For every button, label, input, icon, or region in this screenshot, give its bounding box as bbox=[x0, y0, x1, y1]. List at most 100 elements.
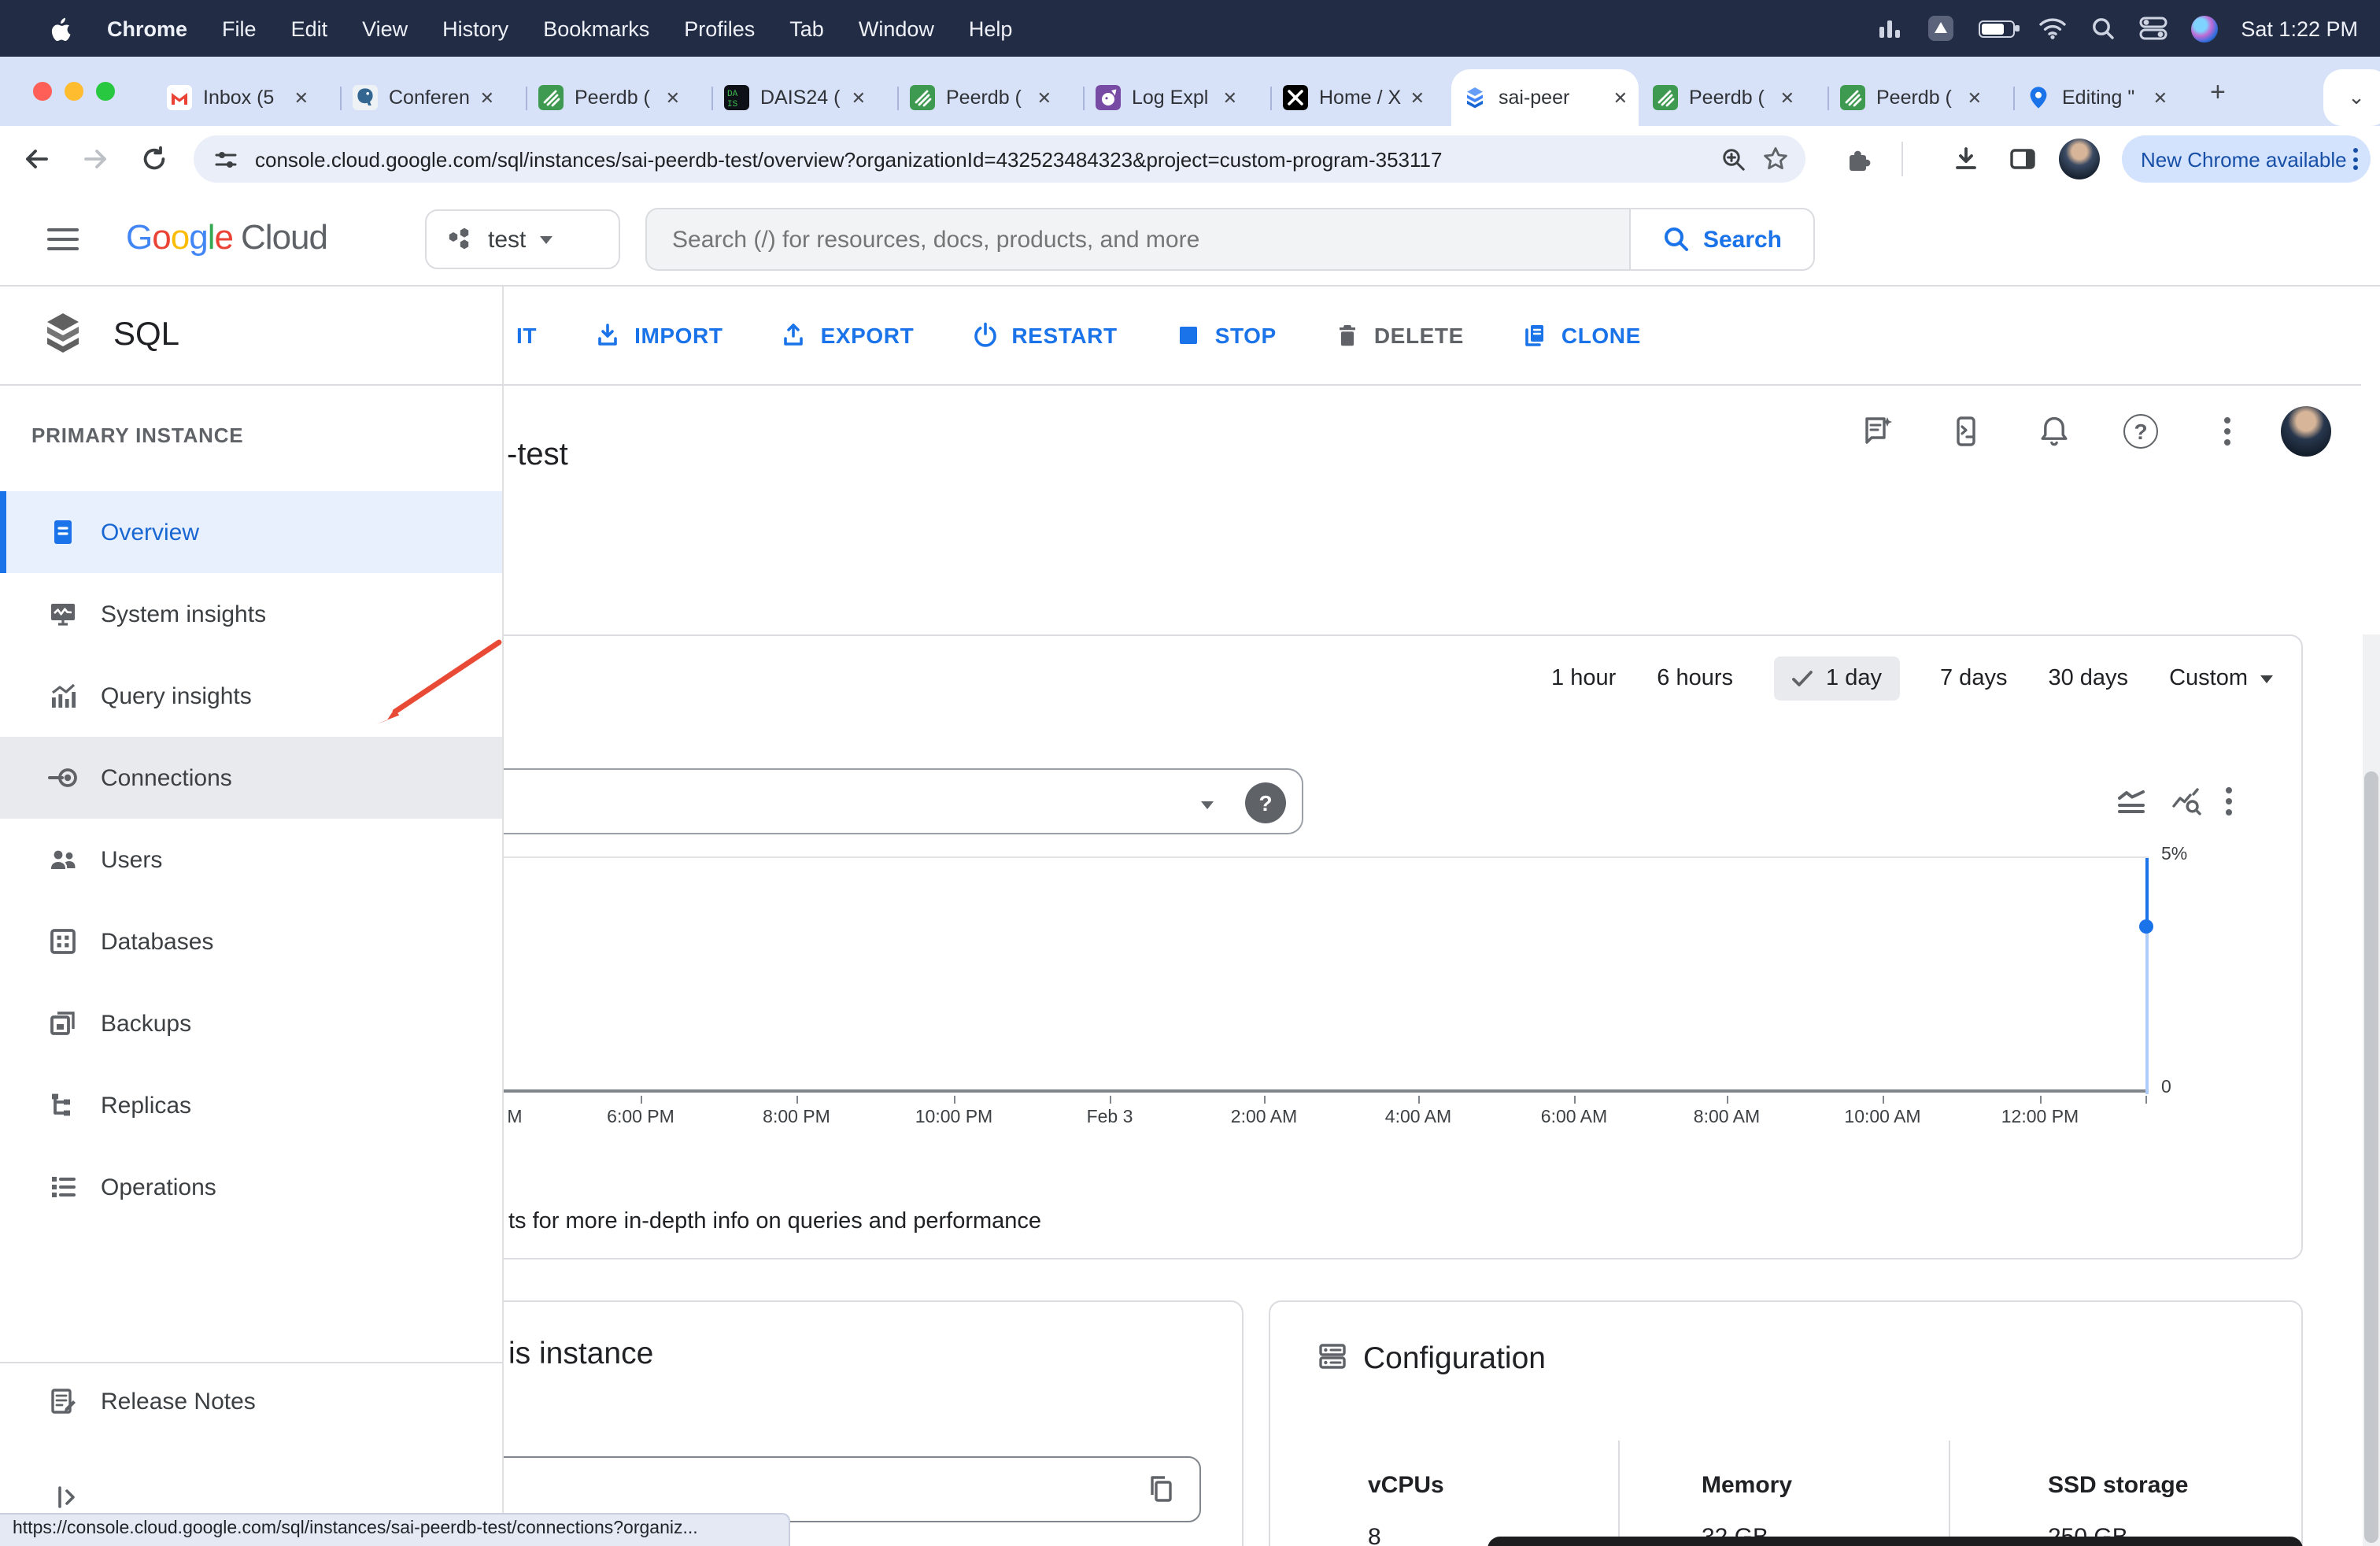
help-icon[interactable]: ? bbox=[2123, 414, 2158, 449]
range-1-day-selected[interactable]: 1 day bbox=[1774, 656, 1899, 701]
spotlight-icon[interactable] bbox=[2090, 16, 2115, 41]
tab-close-icon[interactable]: ✕ bbox=[480, 87, 494, 108]
window-zoom-button[interactable] bbox=[96, 82, 115, 101]
side-panel-icon[interactable] bbox=[2009, 145, 2037, 173]
chart-more-icon[interactable] bbox=[2226, 787, 2232, 816]
tab-close-icon[interactable]: ✕ bbox=[1968, 87, 1982, 108]
zoom-in-icon[interactable] bbox=[1720, 146, 1747, 172]
restart-button[interactable]: RESTART bbox=[970, 321, 1117, 350]
search-button[interactable]: Search bbox=[1629, 208, 1815, 271]
edit-button[interactable]: IT bbox=[516, 323, 537, 348]
menubar-clock[interactable]: Sat 1:22 PM bbox=[2241, 17, 2358, 40]
browser-profile-avatar[interactable] bbox=[2059, 139, 2100, 179]
area-chart-mode-icon[interactable] bbox=[2116, 787, 2147, 816]
sidebar-item-users[interactable]: Users bbox=[0, 819, 502, 901]
global-search-field[interactable] bbox=[645, 208, 1629, 271]
address-bar[interactable]: console.cloud.google.com/sql/instances/s… bbox=[194, 135, 1805, 183]
sidebar-item-connections[interactable]: Connections bbox=[0, 737, 502, 819]
stop-button[interactable]: STOP bbox=[1174, 321, 1277, 350]
menu-view[interactable]: View bbox=[345, 17, 425, 40]
tab-peerdb-4[interactable]: Peerdb ( ✕ bbox=[1829, 69, 1993, 126]
apple-icon[interactable] bbox=[31, 15, 90, 42]
window-close-button[interactable] bbox=[33, 82, 52, 101]
menu-chrome[interactable]: Chrome bbox=[90, 17, 205, 40]
range-custom[interactable]: Custom bbox=[2169, 666, 2273, 691]
nav-menu-icon[interactable] bbox=[47, 228, 79, 250]
sidebar-item-backups[interactable]: Backups bbox=[0, 982, 502, 1064]
menu-help[interactable]: Help bbox=[952, 17, 1030, 40]
sidebar-item-replicas[interactable]: Replicas bbox=[0, 1064, 502, 1146]
cloud-shell-icon[interactable] bbox=[1949, 414, 1983, 449]
extensions-icon[interactable] bbox=[1845, 145, 1873, 173]
tab-close-icon[interactable]: ✕ bbox=[1410, 87, 1425, 108]
stats-menubar-icon[interactable] bbox=[1877, 17, 1902, 39]
chrome-update-pill[interactable]: New Chrome available bbox=[2122, 135, 2371, 183]
range-6-hours[interactable]: 6 hours bbox=[1657, 666, 1733, 691]
tab-peerdb-3[interactable]: Peerdb ( ✕ bbox=[1642, 69, 1805, 126]
tab-close-icon[interactable]: ✕ bbox=[666, 87, 680, 108]
reload-icon[interactable] bbox=[140, 145, 168, 173]
menu-window[interactable]: Window bbox=[841, 17, 952, 40]
google-cloud-logo[interactable]: GoogleCloud bbox=[126, 217, 327, 258]
tab-editing[interactable]: Editing " ✕ bbox=[2015, 69, 2179, 126]
explore-data-icon[interactable] bbox=[2171, 787, 2202, 816]
sidebar-item-databases[interactable]: Databases bbox=[0, 901, 502, 982]
battery-icon[interactable] bbox=[1978, 20, 2014, 37]
metric-help-icon[interactable]: ? bbox=[1245, 782, 1286, 823]
collapse-sidebar-icon[interactable] bbox=[54, 1483, 82, 1511]
wifi-icon[interactable] bbox=[2038, 17, 2066, 39]
delete-button[interactable]: DELETE bbox=[1333, 321, 1464, 350]
app-menubar-icon[interactable] bbox=[1926, 14, 1954, 43]
tab-close-icon[interactable]: ✕ bbox=[852, 87, 866, 108]
tab-conference[interactable]: Conferen ✕ bbox=[342, 69, 505, 126]
range-7-days[interactable]: 7 days bbox=[1940, 666, 2007, 691]
search-input[interactable] bbox=[672, 226, 1604, 253]
tab-dais[interactable]: DAIS DAIS24 ( ✕ bbox=[713, 69, 877, 126]
menu-bookmarks[interactable]: Bookmarks bbox=[526, 17, 667, 40]
tab-close-icon[interactable]: ✕ bbox=[2153, 87, 2168, 108]
back-icon[interactable] bbox=[22, 145, 50, 173]
downloads-icon[interactable] bbox=[1952, 145, 1980, 173]
range-1-hour[interactable]: 1 hour bbox=[1551, 666, 1616, 691]
bookmark-star-icon[interactable] bbox=[1761, 145, 1790, 173]
sidebar-item-release-notes[interactable]: Release Notes bbox=[0, 1363, 502, 1439]
utilization-chart-plot[interactable] bbox=[458, 856, 2149, 1093]
project-selector[interactable]: test bbox=[425, 209, 620, 269]
siri-icon[interactable] bbox=[2190, 15, 2217, 42]
notifications-bell-icon[interactable] bbox=[2037, 414, 2071, 449]
tab-peerdb-1[interactable]: Peerdb ( ✕ bbox=[527, 69, 691, 126]
clone-button[interactable]: CLONE bbox=[1521, 321, 1641, 350]
menu-history[interactable]: History bbox=[425, 17, 526, 40]
url-text[interactable]: console.cloud.google.com/sql/instances/s… bbox=[255, 147, 1705, 171]
more-options-icon[interactable] bbox=[2210, 414, 2245, 449]
menu-edit[interactable]: Edit bbox=[274, 17, 346, 40]
tab-close-icon[interactable]: ✕ bbox=[294, 87, 309, 108]
tab-close-icon[interactable]: ✕ bbox=[1037, 87, 1051, 108]
menu-file[interactable]: File bbox=[205, 17, 274, 40]
feedback-notes-icon[interactable] bbox=[1861, 414, 1895, 449]
forward-icon[interactable] bbox=[82, 145, 110, 173]
range-30-days[interactable]: 30 days bbox=[2048, 666, 2128, 691]
import-button[interactable]: IMPORT bbox=[593, 321, 723, 350]
control-center-icon[interactable] bbox=[2138, 16, 2167, 41]
tab-close-icon[interactable]: ✕ bbox=[1613, 87, 1628, 108]
sidebar-item-operations[interactable]: Operations bbox=[0, 1146, 502, 1228]
scrollbar-thumb[interactable] bbox=[2364, 771, 2378, 1543]
chrome-menu-icon[interactable] bbox=[2353, 148, 2358, 170]
metric-select-dropdown[interactable]: ? bbox=[480, 768, 1303, 834]
tab-peerdb-2[interactable]: Peerdb ( ✕ bbox=[899, 69, 1062, 126]
account-avatar[interactable] bbox=[2281, 406, 2331, 457]
menu-tab[interactable]: Tab bbox=[772, 17, 841, 40]
tab-log-explorer[interactable]: Log Expl ✕ bbox=[1085, 69, 1248, 126]
tab-search-chevron-button[interactable]: ⌄ bbox=[2323, 69, 2380, 126]
tab-x-home[interactable]: Home / X ✕ bbox=[1272, 69, 1436, 126]
tab-sai-peerdb-active[interactable]: sai-peer ✕ bbox=[1451, 69, 1639, 126]
tab-close-icon[interactable]: ✕ bbox=[1223, 87, 1237, 108]
menu-profiles[interactable]: Profiles bbox=[667, 17, 772, 40]
export-button[interactable]: EXPORT bbox=[780, 321, 915, 350]
window-minimize-button[interactable] bbox=[65, 82, 83, 101]
sidebar-item-overview[interactable]: Overview bbox=[0, 491, 502, 573]
tab-inbox[interactable]: Inbox (5 ✕ bbox=[156, 69, 320, 126]
site-settings-icon[interactable] bbox=[213, 146, 239, 172]
tab-close-icon[interactable]: ✕ bbox=[1780, 87, 1794, 108]
